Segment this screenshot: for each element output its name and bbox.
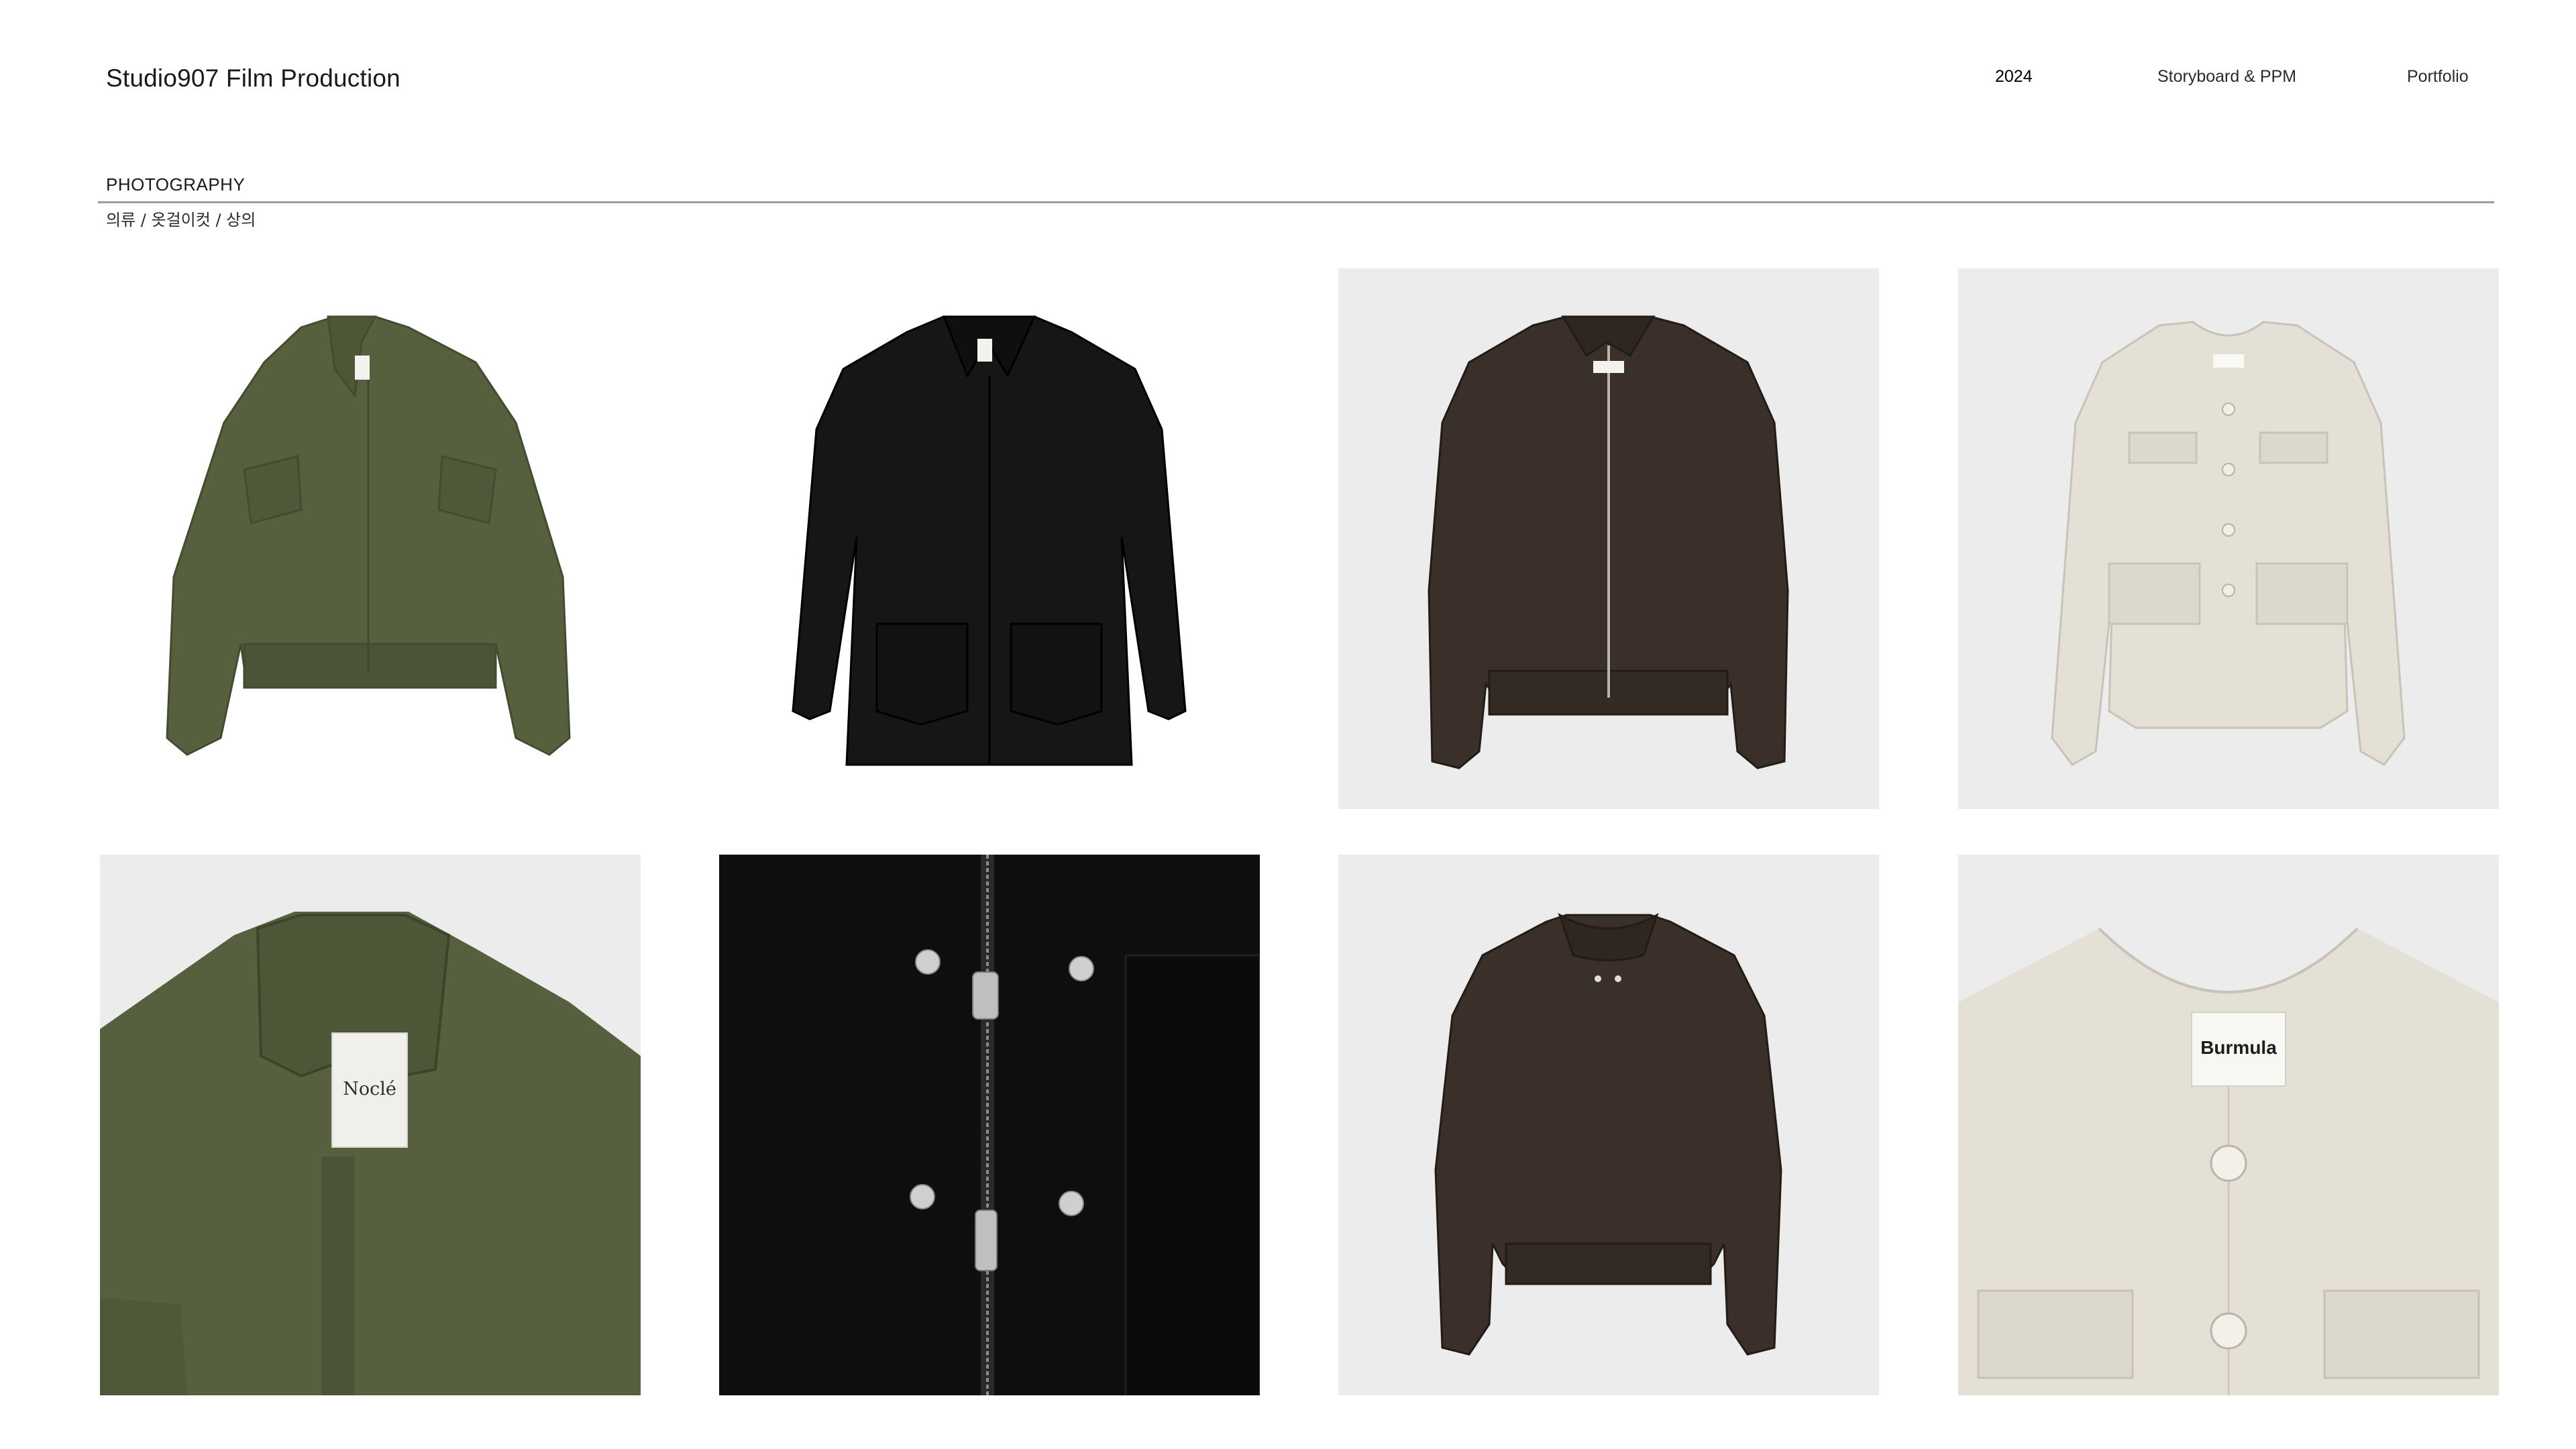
leather-jacket-front-photo — [1338, 268, 1879, 809]
breadcrumb: 의류 / 옷걸이컷 / 상의 — [106, 211, 256, 229]
nav-item-storyboard-ppm[interactable]: Storyboard & PPM — [2157, 67, 2296, 87]
leather-jacket-back-photo — [1338, 855, 1879, 1395]
gallery-image-leather-jacket-front[interactable] — [1338, 268, 1879, 809]
gallery-image-olive-bomber[interactable] — [100, 268, 641, 809]
brand-logo-link[interactable]: Studio907 Film Production — [106, 64, 400, 93]
cream-jacket-photo — [1958, 268, 2499, 809]
section-title: PHOTOGRAPHY — [106, 174, 246, 195]
gallery-image-olive-collar-detail[interactable]: Noclé — [100, 855, 641, 1395]
nav-item-2024[interactable]: 2024 — [1995, 67, 2033, 87]
gallery-image-zipper-detail[interactable] — [719, 855, 1260, 1395]
brand-label-tag: Noclé — [343, 1079, 396, 1099]
nav-item-portfolio[interactable]: Portfolio — [2407, 67, 2469, 87]
gallery-image-black-field-jacket[interactable] — [719, 268, 1260, 809]
zipper-detail-photo — [719, 855, 1260, 1395]
olive-collar-detail-photo — [100, 855, 641, 1395]
gallery-image-cream-jacket[interactable] — [1958, 268, 2499, 809]
section-divider — [98, 201, 2494, 203]
gallery-image-leather-jacket-back[interactable] — [1338, 855, 1879, 1395]
black-field-jacket-photo — [719, 268, 1260, 809]
brand-label-tag: Burmula — [2200, 1037, 2277, 1058]
gallery-image-cream-neckline-detail[interactable]: Burmula — [1958, 855, 2499, 1395]
cream-neckline-detail-photo — [1958, 855, 2499, 1395]
olive-bomber-photo — [100, 268, 641, 809]
